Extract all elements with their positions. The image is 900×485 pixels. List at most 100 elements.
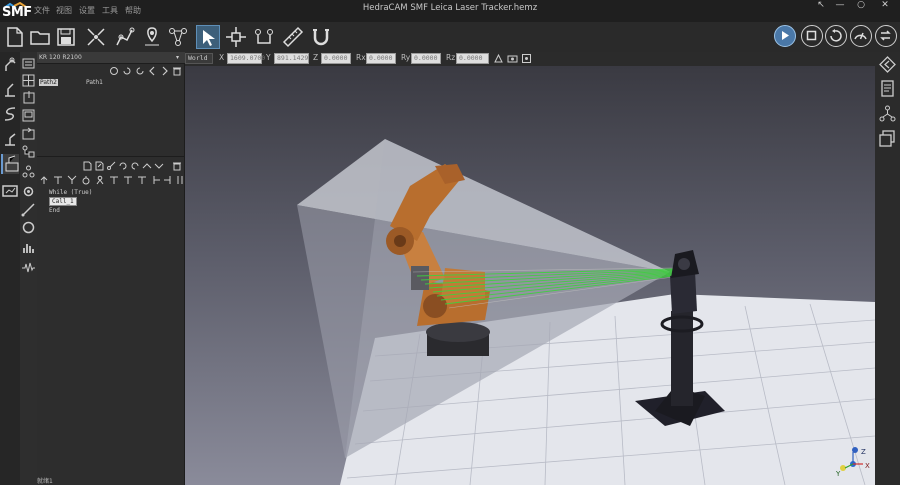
tee-icon[interactable]	[109, 175, 119, 185]
up-arrow-icon[interactable]	[39, 175, 49, 185]
right-tool-strip	[875, 52, 900, 485]
rotate-icon[interactable]	[122, 66, 132, 76]
axis-y-label: Y	[835, 470, 841, 478]
rx-field[interactable]: 0.0000	[366, 53, 396, 64]
x-label: X	[219, 53, 225, 62]
waveform-icon[interactable]	[21, 260, 36, 275]
close-button[interactable]: ✕	[874, 0, 896, 14]
bracket-in-icon[interactable]	[151, 175, 161, 185]
chevron-right-icon[interactable]	[160, 66, 170, 76]
tee-3-icon[interactable]	[137, 175, 147, 185]
program-panel: While (True) Call_1 End	[37, 156, 185, 485]
down-icon[interactable]	[154, 161, 164, 171]
redo-icon[interactable]	[135, 66, 145, 76]
circle-tool-icon[interactable]	[21, 220, 36, 235]
diamond-arrow-icon[interactable]	[879, 56, 896, 73]
flow-icon[interactable]	[21, 144, 36, 159]
camera-icon[interactable]	[507, 53, 518, 64]
rx-label: Rx	[356, 53, 366, 62]
trash-icon[interactable]	[172, 66, 182, 76]
scene-canvas[interactable]: Z X Y	[185, 66, 875, 485]
trash-2-icon[interactable]	[172, 161, 182, 171]
link-icon[interactable]	[252, 25, 276, 49]
rz-field[interactable]: 0.0000	[456, 53, 489, 64]
frame-select[interactable]: World	[185, 53, 213, 64]
select-arrow-icon[interactable]	[196, 25, 220, 49]
path-s-icon[interactable]	[1, 104, 19, 124]
move-icon[interactable]	[224, 25, 248, 49]
magnet-icon[interactable]	[309, 25, 333, 49]
export-icon[interactable]	[21, 126, 36, 141]
robot-arm-icon[interactable]	[1, 54, 19, 74]
column-path1[interactable]: Path1	[86, 79, 103, 86]
undo-icon[interactable]	[118, 161, 128, 171]
minimize-button[interactable]: —	[829, 0, 851, 14]
rotate-left-icon[interactable]	[825, 25, 847, 47]
z-field[interactable]: 0.0000	[321, 53, 351, 64]
swap-icon[interactable]	[875, 25, 897, 47]
robot-combo-value: KR 120 R2100	[39, 54, 82, 61]
document-list-icon[interactable]	[879, 80, 896, 97]
network-icon[interactable]	[879, 105, 896, 122]
ry-label: Ry	[401, 53, 411, 62]
save-icon[interactable]	[54, 25, 78, 49]
person-icon[interactable]	[95, 175, 105, 185]
layers-icon[interactable]	[879, 130, 896, 147]
node-icon[interactable]	[21, 164, 36, 179]
main-toolbar	[0, 22, 900, 52]
doc-icon[interactable]	[82, 161, 92, 171]
chevron-left-icon[interactable]	[148, 66, 158, 76]
tree-item-selected[interactable]: Call_1	[49, 197, 77, 206]
shape-icon[interactable]	[493, 53, 504, 64]
timer-icon[interactable]	[81, 175, 91, 185]
ry-field[interactable]: 0.0000	[411, 53, 441, 64]
play-icon[interactable]	[774, 25, 796, 47]
refresh-icon[interactable]	[109, 66, 119, 76]
gauge-icon[interactable]	[850, 25, 872, 47]
redo-2-icon[interactable]	[130, 161, 140, 171]
maximize-button[interactable]: ○	[850, 0, 872, 14]
coordinate-bar: World X 1609.0700 Y 891.1429 Z 0.0000 Rx…	[185, 52, 875, 66]
window-icon[interactable]	[21, 108, 36, 123]
workcell-icon[interactable]	[1, 154, 19, 174]
tool-icon-column	[20, 52, 37, 485]
import-icon[interactable]	[21, 90, 36, 105]
bracket-icon[interactable]	[175, 175, 185, 185]
3d-viewport[interactable]: Z X Y	[185, 66, 875, 485]
x-field[interactable]: 1609.0700	[227, 53, 265, 64]
robot-path-icon[interactable]	[113, 25, 137, 49]
up-icon[interactable]	[142, 161, 152, 171]
manipulator-icon[interactable]	[1, 129, 19, 149]
ruler-icon[interactable]	[281, 25, 305, 49]
tee-2-icon[interactable]	[123, 175, 133, 185]
bar-chart-icon[interactable]	[21, 240, 36, 255]
doc-edit-icon[interactable]	[94, 161, 104, 171]
branch-icon[interactable]	[53, 175, 63, 185]
cut-icon[interactable]	[106, 161, 116, 171]
y-field[interactable]: 891.1429	[274, 53, 309, 64]
open-folder-icon[interactable]	[28, 25, 52, 49]
robot-combo[interactable]: KR 120 R2100 ▾	[37, 52, 185, 64]
frame-icon[interactable]	[521, 53, 532, 64]
path-tools	[37, 65, 185, 77]
line-tool-icon[interactable]	[21, 202, 36, 217]
gear-icon[interactable]	[21, 184, 36, 199]
grid-icon[interactable]	[21, 73, 36, 88]
stop-icon[interactable]	[801, 25, 823, 47]
z-label: Z	[313, 53, 319, 62]
fork-icon[interactable]	[67, 175, 77, 185]
chevron-down-icon: ▾	[175, 54, 179, 61]
graph-icon[interactable]	[166, 25, 190, 49]
bracket-out-icon[interactable]	[163, 175, 173, 185]
new-file-icon[interactable]	[2, 25, 26, 49]
tree-item[interactable]: While (True)	[49, 189, 92, 196]
rz-label: Rz	[446, 53, 456, 62]
path-panel: KR 120 R2100 ▾ Path2 Path1	[37, 52, 185, 156]
shrink-icon[interactable]	[84, 25, 108, 49]
column-path2[interactable]: Path2	[39, 79, 58, 86]
stack-icon[interactable]	[21, 56, 36, 71]
tree-item-end[interactable]: End	[49, 207, 60, 214]
map-pin-icon[interactable]	[140, 25, 164, 49]
robot-arm-2-icon[interactable]	[1, 79, 19, 99]
monitor-icon[interactable]	[1, 182, 19, 202]
